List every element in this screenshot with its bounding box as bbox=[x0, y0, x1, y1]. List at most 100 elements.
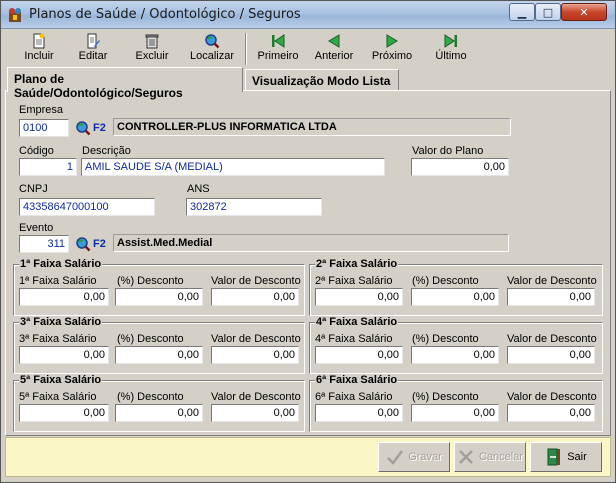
exit-door-icon bbox=[547, 448, 561, 466]
valor-desconto-label: Valor de Desconto bbox=[211, 391, 301, 403]
faixa-group-title: 6ª Faixa Salário bbox=[315, 374, 399, 386]
cancelar-button[interactable]: Cancelar bbox=[454, 442, 526, 472]
faixa-salario-field[interactable]: 0,00 bbox=[315, 404, 403, 422]
anterior-label: Anterior bbox=[314, 50, 354, 62]
desconto-label: (%) Desconto bbox=[117, 275, 184, 287]
checkmark-icon bbox=[387, 450, 404, 465]
last-record-icon bbox=[444, 34, 457, 48]
desconto-field[interactable]: 0,00 bbox=[411, 288, 499, 306]
new-document-icon bbox=[33, 33, 45, 49]
tab-lista[interactable]: Visualização Modo Lista bbox=[245, 69, 399, 91]
gravar-button[interactable]: Gravar bbox=[378, 442, 450, 472]
editar-label: Editar bbox=[78, 50, 108, 62]
proximo-button[interactable]: Próximo bbox=[369, 31, 415, 67]
desconto-field[interactable]: 0,00 bbox=[115, 346, 203, 364]
desconto-label: (%) Desconto bbox=[117, 391, 184, 403]
minimize-button[interactable]: ▁ bbox=[509, 3, 535, 21]
tab-plano[interactable]: Plano de Saúde/Odontológico/Seguros bbox=[7, 67, 243, 100]
anterior-button[interactable]: Anterior bbox=[311, 31, 357, 67]
editar-button[interactable]: Editar bbox=[75, 31, 111, 67]
valor-desconto-label: Valor de Desconto bbox=[211, 275, 301, 287]
faixa-salario-label: 6ª Faixa Salário bbox=[315, 391, 393, 403]
desconto-label: (%) Desconto bbox=[412, 275, 479, 287]
next-record-icon bbox=[386, 34, 398, 48]
valor-desconto-field[interactable]: 0,00 bbox=[507, 404, 595, 422]
trash-icon bbox=[145, 34, 159, 49]
proximo-label: Próximo bbox=[371, 50, 413, 62]
search-icon bbox=[76, 237, 91, 252]
faixa-group-title: 4ª Faixa Salário bbox=[315, 316, 399, 328]
descricao-label: Descrição bbox=[82, 145, 131, 157]
desconto-field[interactable]: 0,00 bbox=[115, 404, 203, 422]
edit-document-icon bbox=[87, 33, 100, 49]
gravar-label: Gravar bbox=[408, 451, 442, 463]
faixa-salario-field[interactable]: 0,00 bbox=[315, 288, 403, 306]
empresa-label: Empresa bbox=[19, 104, 64, 116]
maximize-button[interactable]: □ bbox=[535, 3, 561, 21]
ans-field[interactable]: 302872 bbox=[186, 198, 322, 216]
evento-label: Evento bbox=[19, 222, 54, 234]
toolbar: Incluir Editar Excluir Localizar Primeir… bbox=[5, 31, 611, 67]
valor-desconto-field[interactable]: 0,00 bbox=[211, 288, 299, 306]
localizar-button[interactable]: Localizar bbox=[187, 31, 237, 67]
faixa-salario-field[interactable]: 0,00 bbox=[19, 404, 109, 422]
excluir-button[interactable]: Excluir bbox=[131, 31, 173, 67]
close-button[interactable]: ✕ bbox=[561, 3, 607, 21]
app-icon bbox=[9, 8, 21, 22]
valor-desconto-field[interactable]: 0,00 bbox=[507, 288, 595, 306]
title-bar[interactable]: Planos de Saúde / Odontológico / Seguros… bbox=[1, 1, 615, 29]
faixa-salario-field[interactable]: 0,00 bbox=[19, 288, 109, 306]
empresa-code-field[interactable]: 0100 bbox=[19, 119, 69, 137]
desconto-field[interactable]: 0,00 bbox=[115, 288, 203, 306]
app-window: Planos de Saúde / Odontológico / Seguros… bbox=[0, 0, 616, 483]
first-record-icon bbox=[272, 34, 285, 48]
cancelar-label: Cancelar bbox=[478, 451, 524, 463]
incluir-label: Incluir bbox=[24, 50, 54, 62]
cnpj-field[interactable]: 43358647000100 bbox=[19, 198, 155, 216]
localizar-label: Localizar bbox=[189, 50, 235, 62]
search-icon bbox=[76, 121, 91, 136]
valor-desconto-label: Valor de Desconto bbox=[507, 333, 597, 345]
tab-strip: Plano de Saúde/Odontológico/Seguros Visu… bbox=[5, 67, 611, 100]
desconto-label: (%) Desconto bbox=[117, 333, 184, 345]
codigo-field[interactable]: 1 bbox=[19, 158, 77, 176]
faixa-group-title: 3ª Faixa Salário bbox=[19, 316, 103, 328]
desconto-label: (%) Desconto bbox=[412, 391, 479, 403]
valor-desconto-label: Valor de Desconto bbox=[507, 391, 597, 403]
valor-desconto-field[interactable]: 0,00 bbox=[211, 346, 299, 364]
faixa-salario-label: 2ª Faixa Salário bbox=[315, 275, 393, 287]
cnpj-label: CNPJ bbox=[19, 183, 48, 195]
cancel-x-icon bbox=[459, 450, 473, 464]
codigo-label: Código bbox=[19, 145, 54, 157]
faixa-group-title: 2ª Faixa Salário bbox=[315, 258, 399, 270]
evento-code-field[interactable]: 311 bbox=[19, 235, 69, 253]
faixa-salario-label: 1ª Faixa Salário bbox=[19, 275, 97, 287]
primeiro-button[interactable]: Primeiro bbox=[255, 31, 301, 67]
faixa-salario-field[interactable]: 0,00 bbox=[19, 346, 109, 364]
evento-f2-hint: F2 bbox=[93, 238, 106, 250]
incluir-button[interactable]: Incluir bbox=[21, 31, 57, 67]
faixa-salario-field[interactable]: 0,00 bbox=[315, 346, 403, 364]
desconto-field[interactable]: 0,00 bbox=[411, 346, 499, 364]
descricao-field[interactable]: AMIL SAUDE S/A (MEDIAL) bbox=[81, 158, 385, 176]
previous-record-icon bbox=[328, 34, 340, 48]
evento-lookup[interactable]: F2 bbox=[75, 235, 109, 253]
desconto-label: (%) Desconto bbox=[412, 333, 479, 345]
desconto-field[interactable]: 0,00 bbox=[411, 404, 499, 422]
valor-desconto-label: Valor de Desconto bbox=[211, 333, 301, 345]
find-icon bbox=[205, 34, 220, 49]
ultimo-button[interactable]: Último bbox=[431, 31, 471, 67]
primeiro-label: Primeiro bbox=[257, 50, 299, 62]
faixa-salario-label: 5ª Faixa Salário bbox=[19, 391, 97, 403]
action-bar: Gravar Cancelar Sair bbox=[5, 437, 611, 477]
empresa-lookup[interactable]: F2 bbox=[75, 119, 109, 137]
faixa-salario-label: 4ª Faixa Salário bbox=[315, 333, 393, 345]
valor-desconto-field[interactable]: 0,00 bbox=[507, 346, 595, 364]
sair-label: Sair bbox=[567, 451, 587, 463]
excluir-label: Excluir bbox=[135, 50, 169, 62]
valor-desconto-field[interactable]: 0,00 bbox=[211, 404, 299, 422]
evento-name-display: Assist.Med.Medial bbox=[113, 234, 509, 252]
sair-button[interactable]: Sair bbox=[530, 442, 602, 472]
valor-plano-field[interactable]: 0,00 bbox=[411, 158, 509, 176]
ans-label: ANS bbox=[187, 183, 210, 195]
